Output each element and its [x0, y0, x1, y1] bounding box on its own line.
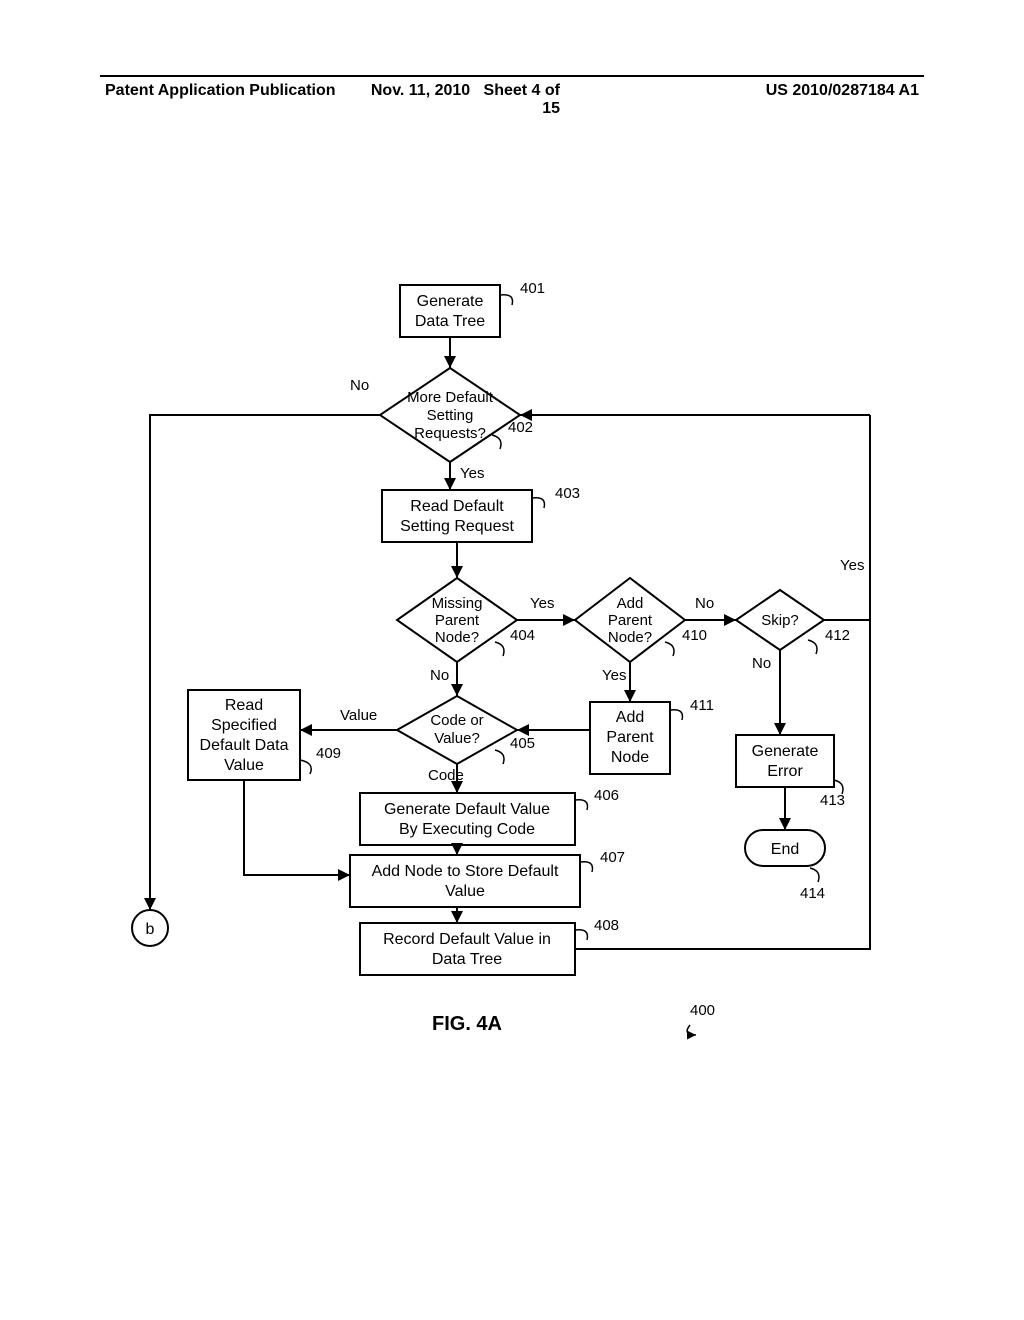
label-410-yes: Yes	[602, 667, 626, 684]
diamond-405-l1: Code or	[430, 712, 483, 729]
ref-405: 405	[510, 735, 535, 752]
box-409-l1: Read	[225, 697, 263, 714]
box-407-l1: Add Node to Store Default	[372, 863, 559, 880]
box-413-l2: Error	[767, 763, 803, 780]
box-406-l1: Generate Default Value	[384, 801, 550, 818]
leader-403	[532, 498, 545, 508]
arrow-409-407	[244, 780, 350, 875]
leader-407	[580, 862, 593, 872]
diamond-404-l1: Missing	[432, 595, 483, 612]
diamond-412-l1: Skip?	[761, 612, 799, 629]
leader-409	[300, 760, 311, 774]
box-411-l2: Parent	[606, 729, 654, 746]
connector-b-label: b	[146, 921, 155, 938]
overall-ref-leader	[687, 1025, 696, 1035]
box-408-l2: Data Tree	[432, 951, 502, 968]
box-409-l2: Specified	[211, 717, 277, 734]
diamond-404-l2: Parent	[435, 612, 480, 629]
ref-411: 411	[690, 697, 714, 714]
leader-412	[808, 640, 817, 654]
ref-404: 404	[510, 627, 535, 644]
diamond-410-l2: Parent	[608, 612, 653, 629]
ref-412: 412	[825, 627, 850, 644]
box-409-l3: Default Data	[200, 737, 289, 754]
diamond-404-l3: Node?	[435, 629, 479, 646]
ref-407: 407	[600, 849, 625, 866]
arrow-402-no	[150, 415, 380, 910]
ref-413: 413	[820, 792, 845, 809]
label-402-no: No	[350, 377, 369, 394]
label-405-code: Code	[428, 767, 464, 784]
diamond-410-l3: Node?	[608, 629, 652, 646]
leader-408	[575, 930, 588, 940]
terminator-414-l1: End	[771, 841, 799, 858]
box-406-l2: By Executing Code	[399, 821, 535, 838]
page: { "header": { "left": "Patent Applicatio…	[0, 0, 1024, 1320]
label-404-no: No	[430, 667, 449, 684]
diamond-405-l2: Value?	[434, 730, 480, 747]
box-408-l1: Record Default Value in	[383, 931, 551, 948]
leader-410	[665, 642, 674, 656]
diamond-402-l2: Setting	[427, 407, 474, 424]
leader-401	[500, 295, 513, 305]
box-411-l1: Add	[616, 709, 644, 726]
ref-402: 402	[508, 419, 533, 436]
ref-414: 414	[800, 885, 825, 902]
box-413-l1: Generate	[752, 743, 819, 760]
diamond-410-l1: Add	[617, 595, 644, 612]
flowchart: Generate Data Tree 401 More Default Sett…	[0, 0, 1024, 1320]
leader-402	[492, 435, 501, 449]
label-412-no: No	[752, 655, 771, 672]
leader-404	[495, 642, 504, 656]
box-409-l4: Value	[224, 757, 264, 774]
arrow-412-yes	[824, 415, 870, 620]
label-404-yes: Yes	[530, 595, 554, 612]
ref-410: 410	[682, 627, 707, 644]
leader-411	[670, 710, 683, 720]
label-402-yes: Yes	[460, 465, 484, 482]
leader-414	[810, 868, 819, 882]
ref-409: 409	[316, 745, 341, 762]
figure-caption: FIG. 4A	[432, 1013, 502, 1035]
box-401-l2: Data Tree	[415, 313, 485, 330]
ref-403: 403	[555, 485, 580, 502]
label-410-no: No	[695, 595, 714, 612]
box-407-l2: Value	[445, 883, 485, 900]
box-401-l1: Generate	[417, 293, 484, 310]
ref-401: 401	[520, 280, 545, 297]
box-411-l3: Node	[611, 749, 649, 766]
ref-408: 408	[594, 917, 619, 934]
label-405-value: Value	[340, 707, 377, 724]
leader-406	[575, 800, 588, 810]
diamond-402-l1: More Default	[407, 389, 494, 406]
overall-ref: 400	[690, 1002, 715, 1019]
box-403-l2: Setting Request	[400, 518, 514, 535]
ref-406: 406	[594, 787, 619, 804]
leader-405	[495, 750, 504, 764]
label-412-yes: Yes	[840, 557, 864, 574]
diamond-402-l3: Requests?	[414, 425, 486, 442]
box-403-l1: Read Default	[410, 498, 504, 515]
